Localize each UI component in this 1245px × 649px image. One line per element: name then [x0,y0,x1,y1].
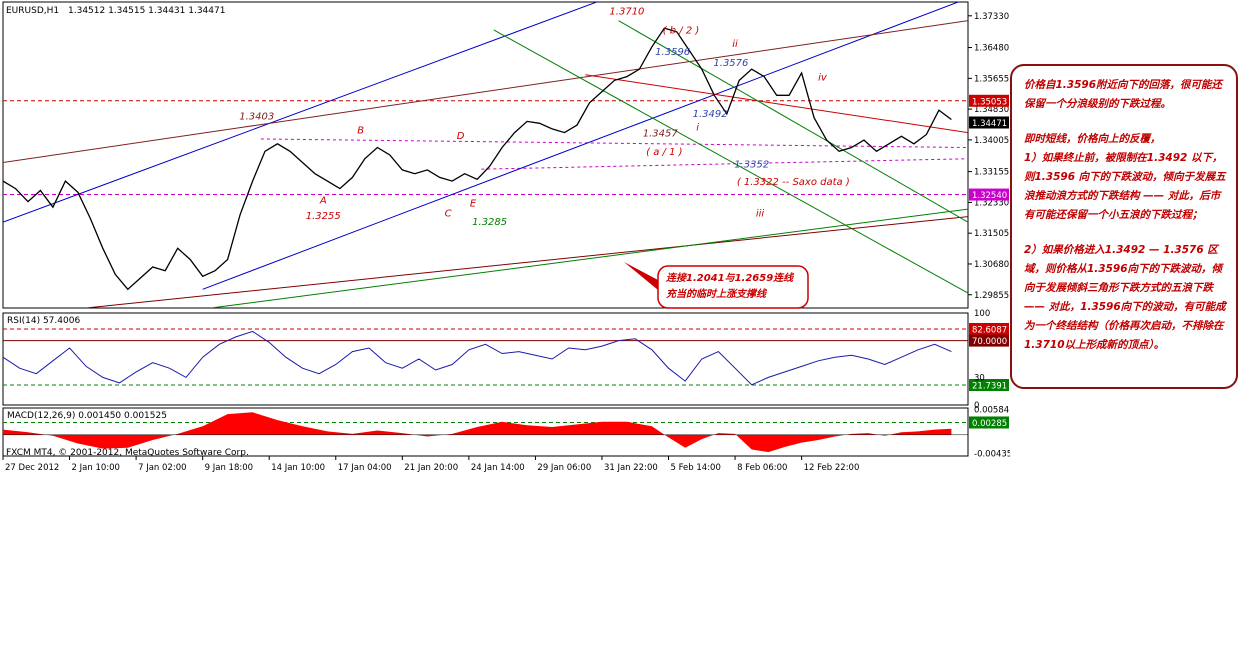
note-paragraph-2: 即时短线，价格向上的反覆， [1024,133,1161,145]
price-tick-4: 1.34005 [974,136,1009,146]
rsi-tick-1: 30 [974,373,985,383]
wave-label-7: B [357,125,364,136]
callout-line-0: 连接1.2041与1.2659连线 [666,272,795,284]
x-tick-5: 17 Jan 04:00 [338,463,392,473]
rsi-line [2,330,952,386]
x-tick-11: 8 Feb 06:00 [737,463,787,473]
rsi-label: RSI(14) 57.4006 [7,316,80,326]
note-paragraph-4: 2）如果价格进入1.3492 — 1.3576 区域，则价格从1.3596向下的… [1024,244,1226,351]
macd-tick-1: -0.00435 [974,450,1010,460]
rsi-level-badge-1: 70.0000 [972,337,1007,347]
wave-label-15: A [319,196,327,207]
wave-label-5: iv [818,72,828,83]
pane-frame-0 [2,1,969,309]
price-tick-1: 1.36480 [974,44,1009,54]
wave-label-3: ii [732,39,738,50]
price-chart: 1.3710 ( b / 2 ) 1.3596 ii 1.3576 iv 1.3403 B D 1… [2,1,1010,473]
main-pane-plot [3,2,968,308]
x-tick-8: 29 Jan 06:00 [537,463,591,473]
price-tick-7: 1.31505 [974,229,1009,239]
x-tick-6: 21 Jan 20:00 [404,463,458,473]
x-tick-1: 2 Jan 10:00 [72,463,120,473]
copyright-footer: FXCM MT4, © 2001-2012, MetaQuotes Softwa… [6,448,249,458]
x-tick-10: 5 Feb 14:00 [671,463,721,473]
chart-area: 1.3710 ( b / 2 ) 1.3596 ii 1.3576 iv 1.3403 B D 1… [0,0,1010,480]
wave-label-19: 1.3285 [472,217,507,228]
trendline-1 [202,2,960,290]
macd-label: MACD(12,26,9) 0.001450 0.001525 [7,411,167,421]
x-tick-4: 14 Jan 10:00 [271,463,325,473]
x-tick-9: 31 Jan 22:00 [604,463,658,473]
price-tick-0: 1.37330 [974,12,1009,22]
x-tick-7: 24 Jan 14:00 [471,463,525,473]
pane-frame-1 [2,312,969,406]
symbol-label: EURUSD,H1 [6,6,59,16]
x-tick-0: 27 Dec 2012 [5,463,59,473]
rsi-tick-0: 100 [974,309,990,319]
wave-label-11: 1.3457 [643,128,679,139]
rsi-level-badge-0: 82.6087 [972,326,1007,336]
wave-label-0: 1.3710 [609,7,644,18]
wave-label-10: i [696,123,699,134]
ohlc-readout: 1.34512 1.34515 1.34431 1.34471 [68,6,225,16]
price-badge-0: 1.35053 [972,97,1007,107]
trendline-3 [585,74,968,134]
trendline-4 [86,216,968,308]
wave-label-2: 1.3596 [655,47,690,58]
price-badge-1: 1.34471 [972,119,1007,129]
wave-label-9: 1.3492 [693,109,728,120]
price-tick-2: 1.35655 [974,74,1009,84]
trendline-0 [3,2,599,223]
wave-label-17: C [445,209,452,220]
x-tick-12: 12 Feb 22:00 [804,463,860,473]
wave-label-4: 1.3576 [713,58,748,69]
wave-label-6: 1.3403 [239,112,274,123]
wave-label-18: E [470,198,477,209]
trendline-5 [210,208,968,308]
dashed-line-1 [260,138,968,149]
price-series-line [3,27,952,291]
price-tick-9: 1.29855 [974,291,1009,301]
dashed-line-0 [481,158,968,170]
callout-line-1: 充当的临时上涨支撑线 [666,288,768,300]
note-paragraph-3: 1）如果终止前，被限制在1.3492 以下，则1.3596 向下的下跌波动，倾向… [1024,152,1226,221]
x-tick-2: 7 Jan 02:00 [138,463,186,473]
wave-label-14: ( 1.3322 -- Saxo data ) [737,177,850,188]
analysis-note: 价格自1.3596附近向下的回落，很可能还保留一个分浪级别的下跌过程。 即时短线… [1010,64,1238,389]
trendline-6 [493,29,968,294]
note-paragraph-1: 价格自1.3596附近向下的回落，很可能还保留一个分浪级别的下跌过程。 [1024,79,1223,110]
wave-label-8: D [457,131,465,142]
x-tick-3: 9 Jan 18:00 [205,463,253,473]
wave-label-12: ( a / 1 ) [646,147,682,158]
macd-level-badge-0: 0.00285 [972,419,1007,429]
wave-label-16: 1.3255 [306,211,341,222]
macd-tick-0: 0.00584 [974,406,1009,416]
wave-label-20: iii [756,209,765,220]
price-tick-5: 1.33155 [974,168,1009,178]
wave-label-13: 1.3352 [734,159,769,170]
wave-label-1: ( b / 2 ) [663,26,700,37]
callout-arrow [624,262,658,290]
price-tick-8: 1.30680 [974,260,1009,270]
price-badge-2: 1.32540 [972,191,1007,201]
